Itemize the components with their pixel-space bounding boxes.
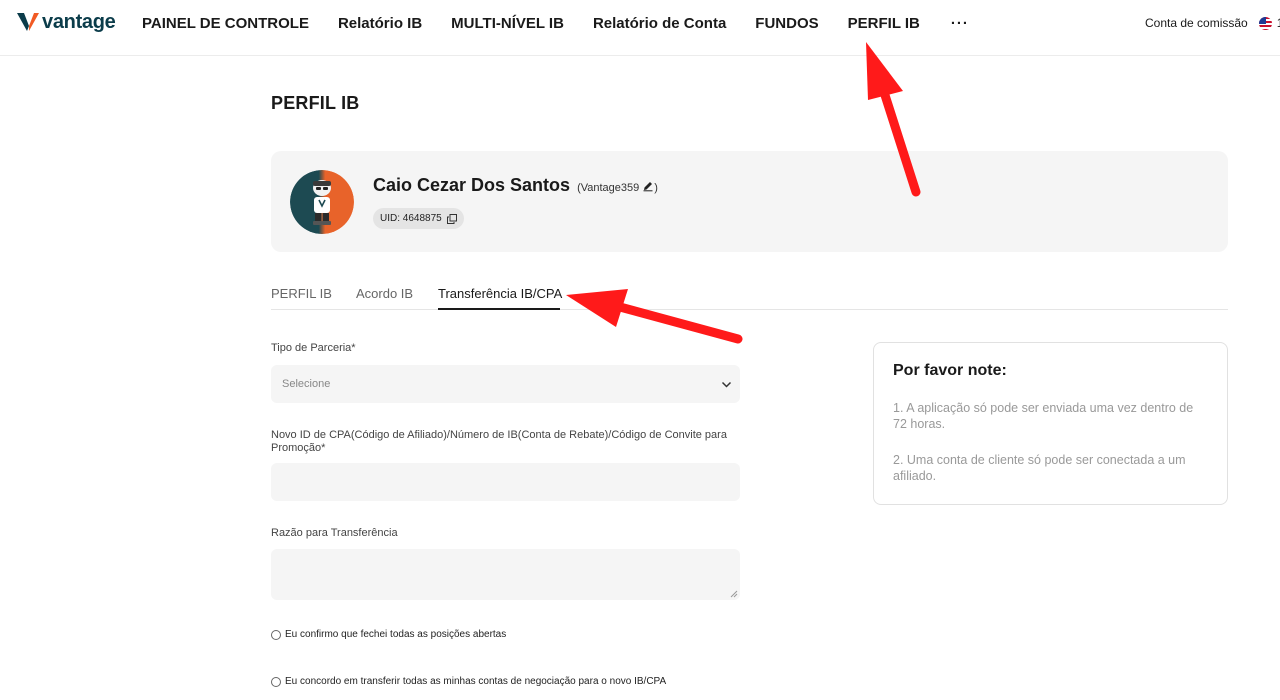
tab-transferencia-ib-cpa[interactable]: Transferência IB/CPA bbox=[438, 286, 562, 301]
agree-transfer-accounts-option[interactable]: Eu concordo em transferir todas as minha… bbox=[271, 676, 666, 687]
tab-acordo-ib[interactable]: Acordo IB bbox=[356, 286, 413, 301]
profile-nickname: (Vantage359) bbox=[577, 180, 658, 194]
note-box: Por favor note: 1. A aplicação só pode s… bbox=[873, 342, 1228, 505]
agree-transfer-accounts-label: Eu concordo em transferir todas as minha… bbox=[285, 676, 667, 687]
partnership-type-placeholder: Selecione bbox=[282, 378, 331, 390]
vantage-logo-mark-icon bbox=[17, 13, 39, 31]
vantage-logo[interactable]: vantage bbox=[16, 10, 116, 34]
confirm-closed-positions-label: Eu confirmo que fechei todas as posições… bbox=[285, 629, 507, 640]
partnership-type-label: Tipo de Parceria* bbox=[271, 342, 356, 354]
nav-item-relatorio-ib[interactable]: Relatório IB bbox=[338, 15, 422, 32]
nav-item-multi-nivel-ib[interactable]: MULTI-NÍVEL IB bbox=[451, 15, 564, 32]
tab-perfil-ib[interactable]: PERFIL IB bbox=[271, 286, 332, 301]
new-id-label-line1: Novo ID de CPA(Código de Afiliado)/Númer… bbox=[271, 429, 727, 441]
copy-icon[interactable] bbox=[446, 213, 457, 224]
main-menu: PAINEL DE CONTROLE Relatório IB MULTI-NÍ… bbox=[142, 0, 998, 46]
new-id-label-line2: Promoção* bbox=[271, 442, 326, 454]
commission-account-selector[interactable]: Conta de comissão bbox=[1145, 16, 1248, 30]
profile-nickname-text: (Vantage359 bbox=[577, 182, 640, 194]
new-id-input[interactable] bbox=[271, 463, 740, 501]
nav-item-fundos[interactable]: FUNDOS bbox=[755, 15, 818, 32]
confirm-closed-positions-radio[interactable] bbox=[271, 629, 281, 640]
chevron-down-icon bbox=[721, 381, 732, 388]
more-menu-icon[interactable]: ··· bbox=[951, 15, 969, 32]
avatar bbox=[290, 170, 354, 234]
active-tab-indicator bbox=[438, 308, 560, 310]
new-id-label: Novo ID de CPA(Código de Afiliado)/Númer… bbox=[271, 429, 727, 455]
nav-item-painel-de-controle[interactable]: PAINEL DE CONTROLE bbox=[142, 15, 309, 32]
uid-text: UID: 4648875 bbox=[380, 213, 442, 224]
edit-pencil-icon[interactable] bbox=[642, 180, 654, 192]
vantage-logo-text: vantage bbox=[42, 10, 116, 33]
page-title: PERFIL IB bbox=[271, 93, 360, 113]
nav-right-section: Conta de comissão 1( bbox=[1145, 16, 1280, 30]
note-item: 1. A aplicação só pode ser enviada uma v… bbox=[893, 401, 1194, 431]
note-item: 2. Uma conta de cliente só pode ser cone… bbox=[893, 453, 1186, 483]
profile-nickname-close: ) bbox=[654, 182, 658, 194]
profile-full-name: Caio Cezar Dos Santos bbox=[373, 175, 571, 195]
top-navigation-bar: vantage PAINEL DE CONTROLE Relatório IB … bbox=[0, 0, 1280, 56]
profile-tabs: PERFIL IB Acordo IB Transferência IB/CPA bbox=[271, 279, 1228, 310]
confirm-closed-positions-option[interactable]: Eu confirmo que fechei todas as posições… bbox=[271, 629, 506, 640]
avatar-illustration-icon bbox=[290, 170, 354, 234]
nav-item-relatorio-de-conta[interactable]: Relatório de Conta bbox=[593, 15, 726, 32]
partnership-type-select[interactable]: Selecione bbox=[271, 365, 740, 403]
nav-item-perfil-ib[interactable]: PERFIL IB bbox=[848, 15, 920, 32]
transfer-reason-textarea[interactable] bbox=[271, 549, 740, 600]
us-flag-icon[interactable] bbox=[1258, 16, 1272, 30]
agree-transfer-accounts-radio[interactable] bbox=[271, 676, 281, 687]
uid-badge: UID: 4648875 bbox=[373, 208, 464, 229]
profile-card: Caio Cezar Dos Santos (Vantage359) UID: … bbox=[271, 151, 1228, 252]
profile-name-row: Caio Cezar Dos Santos (Vantage359) bbox=[373, 175, 658, 196]
resize-handle-icon[interactable] bbox=[730, 590, 738, 598]
note-title: Por favor note: bbox=[893, 362, 1007, 379]
transfer-reason-label: Razão para Transferência bbox=[271, 527, 398, 539]
